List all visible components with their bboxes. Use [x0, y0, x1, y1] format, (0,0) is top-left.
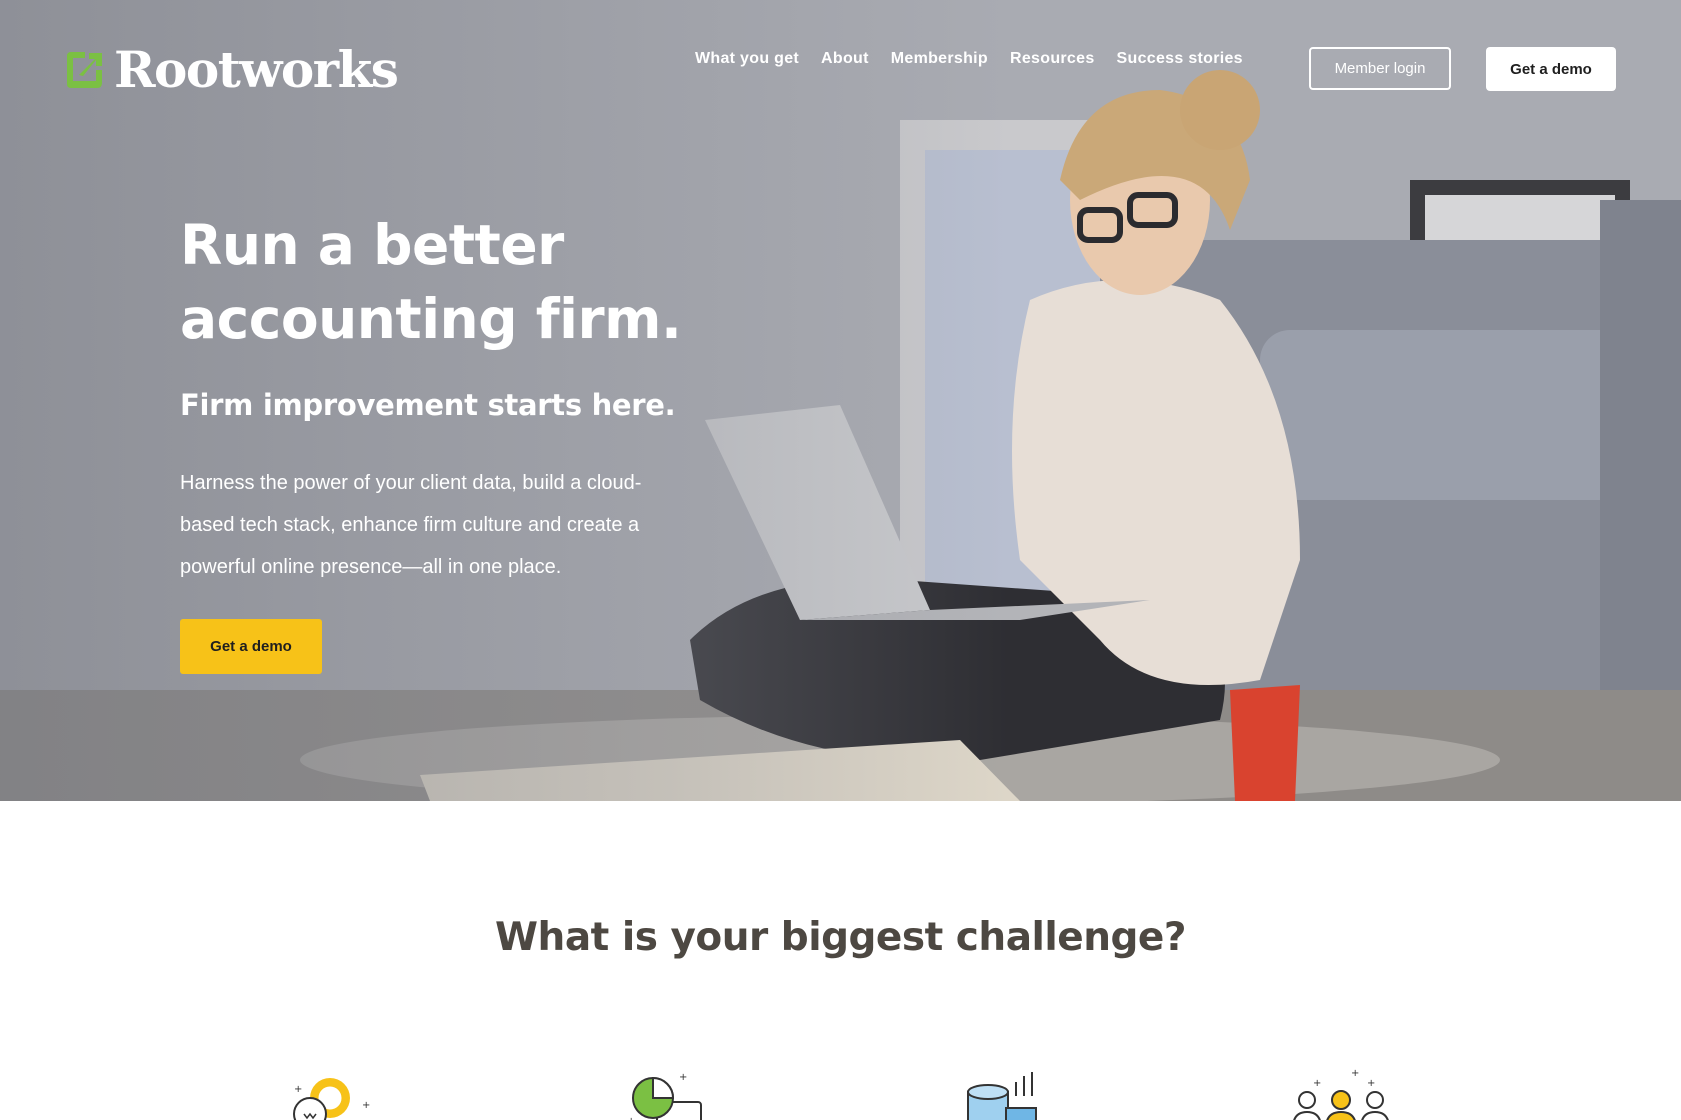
nav-item-resources[interactable]: Resources	[1010, 50, 1095, 68]
main-nav: What you get About Membership Resources …	[695, 50, 1243, 68]
svg-text:+: +	[1367, 1078, 1375, 1089]
svg-text:+: +	[294, 1084, 302, 1095]
get-demo-header-button[interactable]: Get a demo	[1486, 47, 1616, 91]
team-people-icon[interactable]: + + +	[1291, 1068, 1391, 1120]
lightbulb-gear-icon[interactable]: + +	[280, 1068, 380, 1120]
database-chart-icon[interactable]	[954, 1068, 1054, 1120]
hero-title: Run a better accounting firm.	[180, 213, 682, 351]
brand-logo[interactable]: Rootworks	[61, 40, 399, 99]
hero-subtitle: Firm improvement starts here.	[180, 388, 676, 422]
brand-name: Rootworks	[114, 40, 399, 99]
svg-text:+: +	[679, 1072, 687, 1083]
svg-text:+: +	[362, 1100, 370, 1111]
nav-item-membership[interactable]: Membership	[891, 50, 988, 68]
leaf-arrow-icon	[67, 51, 102, 88]
challenge-title: What is your biggest challenge?	[495, 915, 1186, 960]
svg-text:+: +	[1351, 1068, 1359, 1079]
hero-section: Rootworks What you get About Membership …	[0, 0, 1681, 801]
svg-text:+: +	[627, 1116, 635, 1120]
nav-item-about[interactable]: About	[821, 50, 869, 68]
nav-item-success-stories[interactable]: Success stories	[1117, 50, 1243, 68]
svg-text:+: +	[1313, 1078, 1321, 1089]
pie-chart-screen-icon[interactable]: + +	[617, 1068, 717, 1120]
get-demo-hero-button[interactable]: Get a demo	[180, 619, 322, 674]
hero-description: Harness the power of your client data, b…	[180, 472, 642, 578]
member-login-button[interactable]: Member login	[1309, 47, 1451, 90]
nav-item-what-you-get[interactable]: What you get	[695, 50, 799, 68]
